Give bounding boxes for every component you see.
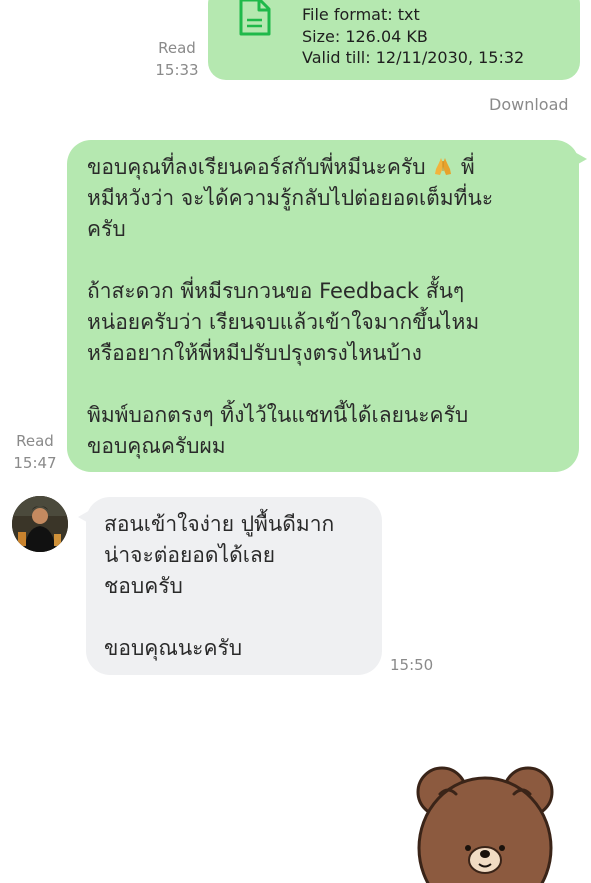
message-line: ชอบครับ — [104, 574, 183, 598]
message-read-stamp: Read 15:47 — [10, 430, 60, 474]
file-read-stamp: Read 15:33 — [152, 37, 202, 81]
message-line: พิมพ์บอกตรงๆ ทิ้งไว้ในแชทนี้ได้เลยนะครับ — [87, 403, 469, 427]
file-format-text: File format: txt — [302, 5, 420, 24]
document-icon — [239, 0, 271, 36]
message-line: ขอบคุณนะครับ — [104, 636, 243, 660]
outgoing-message-bubble[interactable]: ขอบคุณที่ลงเรียนคอร์สกับพี่หมีนะครับ พี่… — [67, 140, 587, 472]
folded-hands-icon — [435, 158, 452, 175]
message-line: สอนเข้าใจง่าย ปูพื้นดีมาก — [104, 512, 335, 536]
timestamp: 15:50 — [390, 656, 434, 674]
file-meta: File format: txt Size: 126.04 KB Valid t… — [302, 4, 524, 69]
message-line: น่าจะต่อยอดได้เลย — [104, 543, 276, 567]
message-line: ขอบคุณครับผม — [87, 434, 226, 458]
read-label: Read — [16, 432, 54, 450]
file-size-text: Size: 126.04 KB — [302, 26, 428, 46]
read-label: Read — [158, 39, 196, 57]
brown-bear-sticker[interactable] — [410, 760, 560, 883]
message-line: หมีหวังว่า จะได้ความรู้กลับไปต่อยอดเต็มท… — [87, 186, 494, 210]
message-line: หรืออยากให้พี่หมีปรับปรุงตรงไหนบ้าง — [87, 341, 422, 365]
timestamp: 15:47 — [13, 454, 57, 472]
download-link[interactable]: Download — [489, 95, 569, 114]
message-line: ขอบคุณที่ลงเรียนคอร์สกับพี่หมีนะครับ พี่ — [87, 155, 475, 179]
message-line: ถ้าสะดวก พี่หมีรบกวนขอ Feedback สั้นๆ — [87, 279, 465, 303]
avatar-photo — [12, 496, 68, 552]
file-attachment-bubble[interactable]: File format: txt Size: 126.04 KB Valid t… — [208, 0, 580, 80]
incoming-message-bubble[interactable]: สอนเข้าใจง่าย ปูพื้นดีมาก น่าจะต่อยอดได้… — [78, 497, 382, 675]
incoming-message-text: สอนเข้าใจง่าย ปูพื้นดีมาก น่าจะต่อยอดได้… — [104, 509, 372, 664]
message-line: หน่อยครับว่า เรียนจบแล้วเข้าใจมากขึ้นไหม — [87, 310, 480, 334]
outgoing-message-text: ขอบคุณที่ลงเรียนคอร์สกับพี่หมีนะครับ พี่… — [87, 152, 565, 462]
chat-thread[interactable]: File format: txt Size: 126.04 KB Valid t… — [0, 0, 591, 883]
timestamp: 15:33 — [155, 61, 199, 79]
avatar[interactable] — [12, 496, 68, 552]
message-line: ครับ — [87, 217, 126, 241]
file-valid-text: Valid till: 12/11/2030, 15:32 — [302, 48, 525, 67]
